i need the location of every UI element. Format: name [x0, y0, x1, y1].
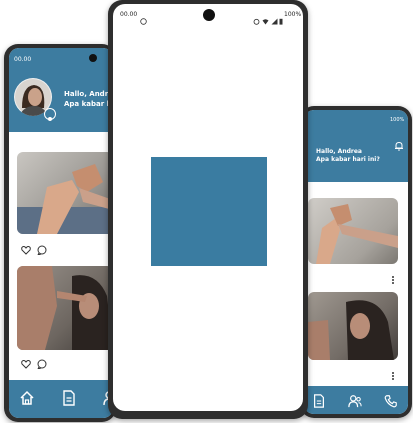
right-phone-screen: 100% Hallo, Andrea Apa kabar hari ini?: [304, 110, 408, 414]
left-greeting-line2: Apa kabar hari ini?: [64, 100, 113, 108]
right-phone: 100% Hallo, Andrea Apa kabar hari ini?: [300, 106, 412, 418]
document-icon[interactable]: [61, 390, 77, 406]
center-phone-screen: 00.00 100%: [113, 4, 303, 411]
left-greeting-line1: Hallo, Andrea: [64, 90, 113, 98]
whatsapp-icon: [140, 10, 147, 25]
center-status-battery: 100%: [284, 11, 302, 18]
battery-icon: [279, 10, 283, 25]
right-post-photo-2[interactable]: [308, 292, 398, 360]
phone-icon[interactable]: [384, 393, 398, 408]
left-camera: [89, 54, 97, 62]
center-status-time: 00.00: [120, 11, 138, 18]
left-post-photo-1[interactable]: [17, 152, 113, 234]
left-comment-icon[interactable]: [37, 240, 47, 256]
right-more-icon-1[interactable]: [390, 270, 396, 284]
right-more-icon-2[interactable]: [390, 366, 396, 380]
right-greeting-line1: Hallo, Andrea: [316, 148, 362, 155]
wifi-icon: [262, 10, 269, 25]
avatar-settings-icon[interactable]: [44, 108, 56, 121]
left-like-icon-2[interactable]: [21, 354, 31, 369]
bell-icon[interactable]: [394, 136, 404, 151]
right-status-battery: 100%: [390, 117, 405, 123]
left-phone-screen: 00.00 Hallo, Andrea Apa kabar hari ini?: [9, 48, 113, 418]
right-people-icon[interactable]: [348, 393, 362, 408]
left-like-icon[interactable]: [21, 240, 31, 255]
alarm-icon: [253, 10, 260, 25]
center-phone: 00.00 100%: [108, 0, 308, 419]
right-greeting-line2: Apa kabar hari ini?: [316, 156, 380, 163]
left-status-time: 00.00: [14, 56, 32, 63]
center-camera: [203, 9, 215, 21]
center-placeholder-square: [151, 157, 267, 266]
left-phone: 00.00 Hallo, Andrea Apa kabar hari ini?: [4, 44, 116, 422]
left-post-photo-2[interactable]: [17, 266, 113, 350]
left-comment-icon-2[interactable]: [37, 354, 47, 370]
signal-icon: [271, 10, 278, 25]
right-document-icon[interactable]: [312, 393, 326, 408]
right-post-photo-1[interactable]: [308, 198, 398, 264]
home-icon[interactable]: [19, 390, 35, 406]
